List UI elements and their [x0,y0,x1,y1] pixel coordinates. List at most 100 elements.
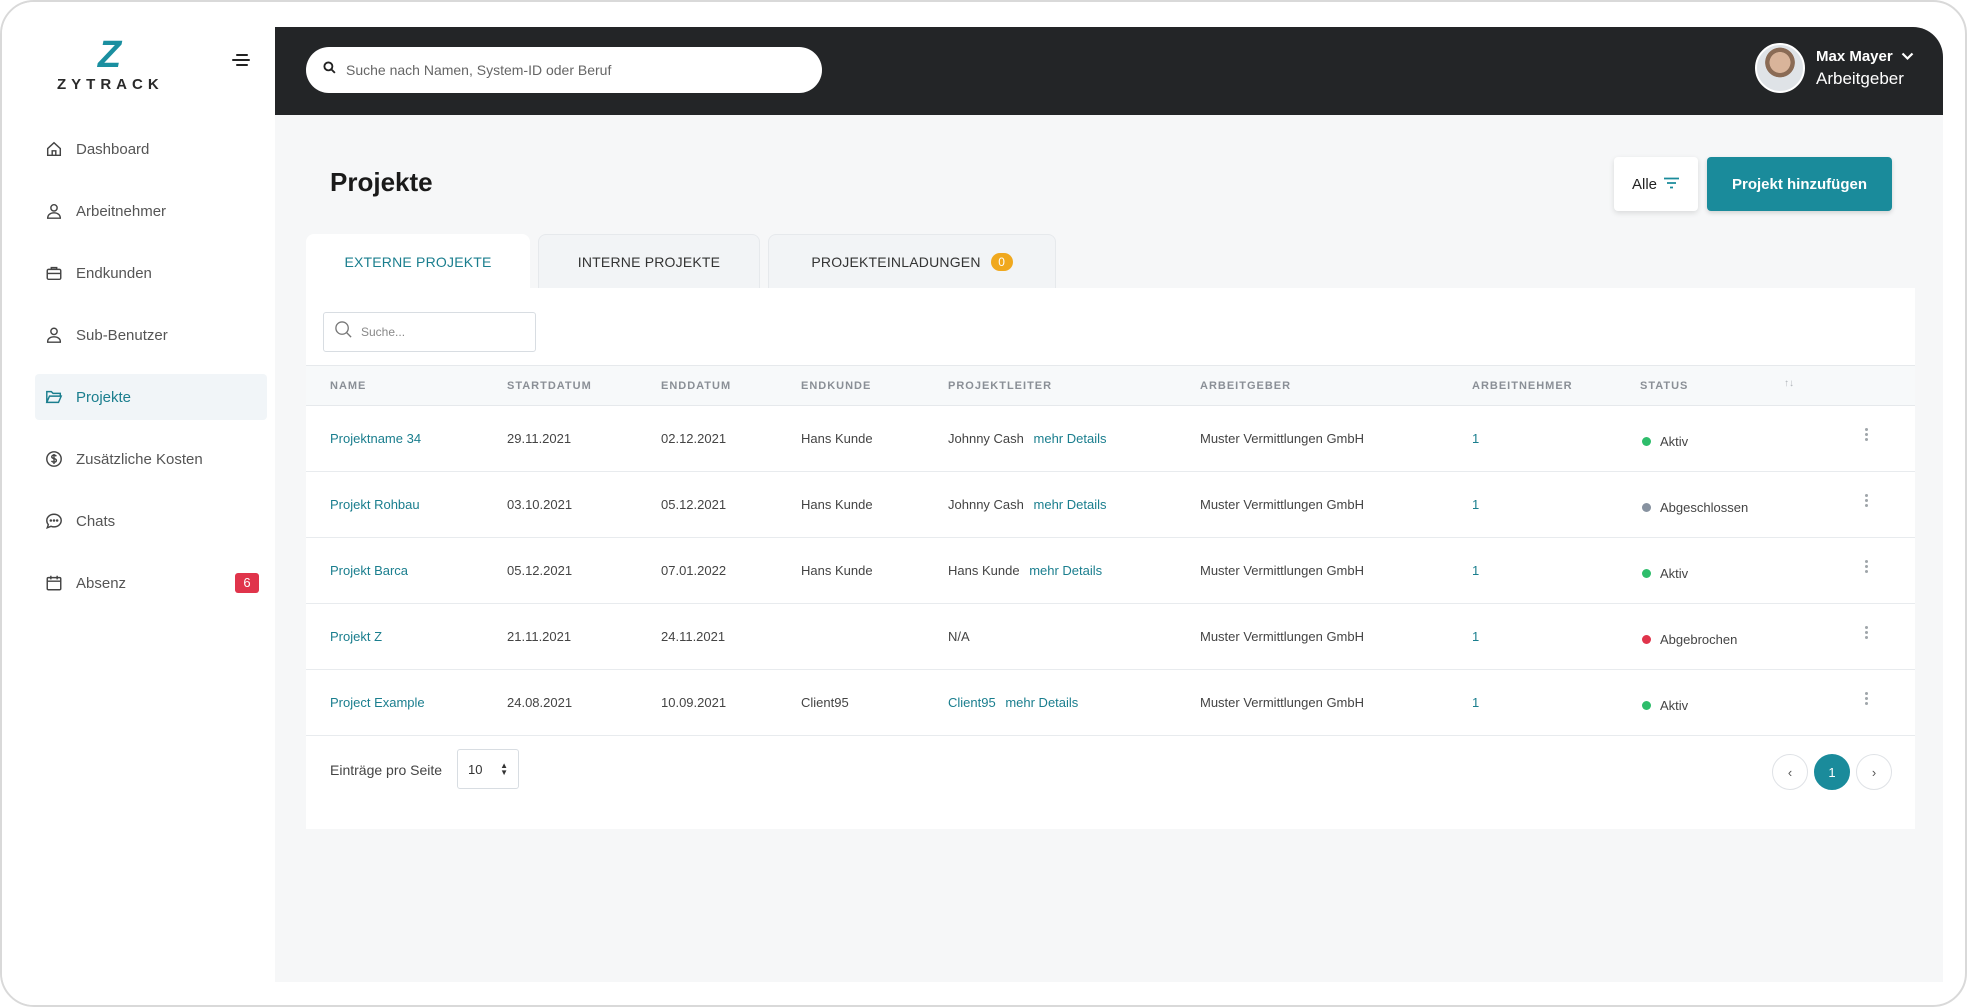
row-actions-icon[interactable] [1865,692,1869,708]
sidebar-item-arbeitnehmer[interactable]: Arbeitnehmer [35,188,267,234]
per-page-select[interactable]: 10 ▲ ▼ [457,749,519,789]
status-label: Aktiv [1660,566,1689,581]
tab-externe-projekte[interactable]: EXTERNE PROJEKTE [306,234,530,288]
table-header: NAME STARTDATUM ENDDATUM ENDKUNDE PROJEK… [306,365,1915,406]
chevron-down-icon[interactable] [1901,48,1914,65]
start-date: 05.12.2021 [507,563,573,578]
home-icon [45,140,63,158]
more-details-link[interactable]: mehr Details [1005,695,1078,710]
column-header-status[interactable]: STATUS [1640,380,1688,392]
calendar-icon [45,574,63,592]
more-details-link[interactable]: mehr Details [1034,497,1107,512]
project-leader: Hans Kunde mehr Details [948,563,1102,578]
leader-name: Client95 [948,695,996,710]
leader-name: N/A [948,629,970,644]
column-header-arbeitnehmer[interactable]: ARBEITNEHMER [1472,380,1573,392]
leader-name: Johnny Cash [948,497,1024,512]
table-row[interactable]: Projekt Z 21.11.2021 24.11.2021 N/A Must… [306,604,1915,670]
sidebar: Z ZYTRACK Dashboard Arbeitnehmer Endkund… [2,2,275,1005]
per-page-value: 10 [468,761,483,777]
employer-name: Muster Vermittlungen GmbH [1200,695,1365,710]
column-header-endkunde[interactable]: ENDKUNDE [801,380,871,392]
row-actions-icon[interactable] [1865,494,1869,510]
column-header-projektleiter[interactable]: PROJEKTLEITER [948,380,1052,392]
global-search[interactable] [306,47,822,93]
user-name: Max Mayer [1816,47,1893,65]
menu-toggle-icon[interactable] [232,54,252,70]
sidebar-item-label: Sub-Benutzer [76,326,168,344]
search-icon [323,61,336,79]
zytrack-logo[interactable]: Z ZYTRACK [57,36,162,93]
more-details-link[interactable]: mehr Details [1029,563,1102,578]
absenz-count-badge: 6 [235,573,259,593]
row-actions-icon[interactable] [1865,560,1869,576]
row-actions-icon[interactable] [1865,626,1869,642]
column-header-startdatum[interactable]: STARTDATUM [507,380,592,392]
row-actions-icon[interactable] [1865,428,1869,444]
status-badge: Abgebrochen [1642,632,1737,647]
project-name-link[interactable]: Project Example [330,695,425,710]
per-page-label: Einträge pro Seite [330,762,443,778]
project-leader: Client95 mehr Details [948,695,1078,710]
sidebar-item-dashboard[interactable]: Dashboard [35,126,267,172]
sidebar-item-sub-benutzer[interactable]: Sub-Benutzer [35,312,267,358]
tab-projekteinladungen[interactable]: PROJEKTEINLADUNGEN 0 [768,234,1056,288]
table-row[interactable]: Projekt Barca 05.12.2021 07.01.2022 Hans… [306,538,1915,604]
select-arrows-icon: ▲ ▼ [500,761,508,777]
sidebar-item-label: Endkunden [76,264,152,282]
invitations-count-badge: 0 [990,252,1013,271]
page-button-current[interactable]: 1 [1814,754,1850,790]
user-info: Max Mayer Arbeitgeber [1816,48,1914,89]
global-search-input[interactable] [346,62,786,78]
chevron-right-icon: › [1871,764,1877,780]
end-date: 10.09.2021 [661,695,727,710]
user-menu[interactable]: Max Mayer Arbeitgeber [1755,43,1914,93]
project-name-link[interactable]: Projektname 34 [330,431,421,446]
status-label: Aktiv [1660,698,1689,713]
employee-count-link[interactable]: 1 [1472,563,1479,578]
sort-icon[interactable]: ↑↓ [1784,378,1794,389]
end-date: 07.01.2022 [661,563,727,578]
employee-count-link[interactable]: 1 [1472,695,1479,710]
column-header-name[interactable]: NAME [330,380,366,392]
tab-label: PROJEKTEINLADUNGEN [811,253,981,270]
sidebar-item-endkunden[interactable]: Endkunden [35,250,267,296]
client-name: Hans Kunde [801,563,873,578]
start-date: 21.11.2021 [507,629,572,644]
employee-count-link[interactable]: 1 [1472,629,1479,644]
sidebar-item-label: Chats [76,512,116,530]
next-page-button[interactable]: › [1856,754,1892,790]
tab-interne-projekte[interactable]: INTERNE PROJEKTE [538,234,760,288]
status-dot-icon [1642,569,1651,578]
table-row[interactable]: Projektname 34 29.11.2021 02.12.2021 Han… [306,406,1915,472]
column-header-enddatum[interactable]: ENDDATUM [661,380,731,392]
project-name-link[interactable]: Projekt Z [330,629,382,644]
client-name: Hans Kunde [801,497,873,512]
status-badge: Abgeschlossen [1642,500,1748,515]
more-details-link[interactable]: mehr Details [1034,431,1107,446]
status-badge: Aktiv [1642,434,1688,449]
project-leader: Johnny Cash mehr Details [948,497,1106,512]
table-search[interactable] [323,312,536,352]
table-row[interactable]: Project Example 24.08.2021 10.09.2021 Cl… [306,670,1915,736]
table-row[interactable]: Projekt Rohbau 03.10.2021 05.12.2021 Han… [306,472,1915,538]
employee-count-link[interactable]: 1 [1472,431,1479,446]
sidebar-item-label: Arbeitnehmer [76,202,167,220]
sidebar-item-projekte[interactable]: Projekte [35,374,267,420]
client-name: Client95 [801,695,849,710]
project-leader: Johnny Cash mehr Details [948,431,1106,446]
add-project-button[interactable]: Projekt hinzufügen [1707,157,1892,211]
project-name-link[interactable]: Projekt Rohbau [330,497,420,512]
avatar[interactable] [1755,43,1805,93]
filter-button[interactable]: Alle [1614,157,1698,211]
chevron-left-icon: ‹ [1787,764,1793,780]
briefcase-icon [45,264,63,282]
column-header-arbeitgeber[interactable]: ARBEITGEBER [1200,380,1291,392]
employee-count-link[interactable]: 1 [1472,497,1479,512]
sidebar-item-absenz[interactable]: Absenz 6 [35,560,267,606]
sidebar-item-zusaetzliche-kosten[interactable]: Zusätzliche Kosten [35,436,267,482]
project-name-link[interactable]: Projekt Barca [330,563,408,578]
prev-page-button[interactable]: ‹ [1772,754,1808,790]
table-search-input[interactable] [361,325,531,339]
sidebar-item-chats[interactable]: Chats [35,498,267,544]
